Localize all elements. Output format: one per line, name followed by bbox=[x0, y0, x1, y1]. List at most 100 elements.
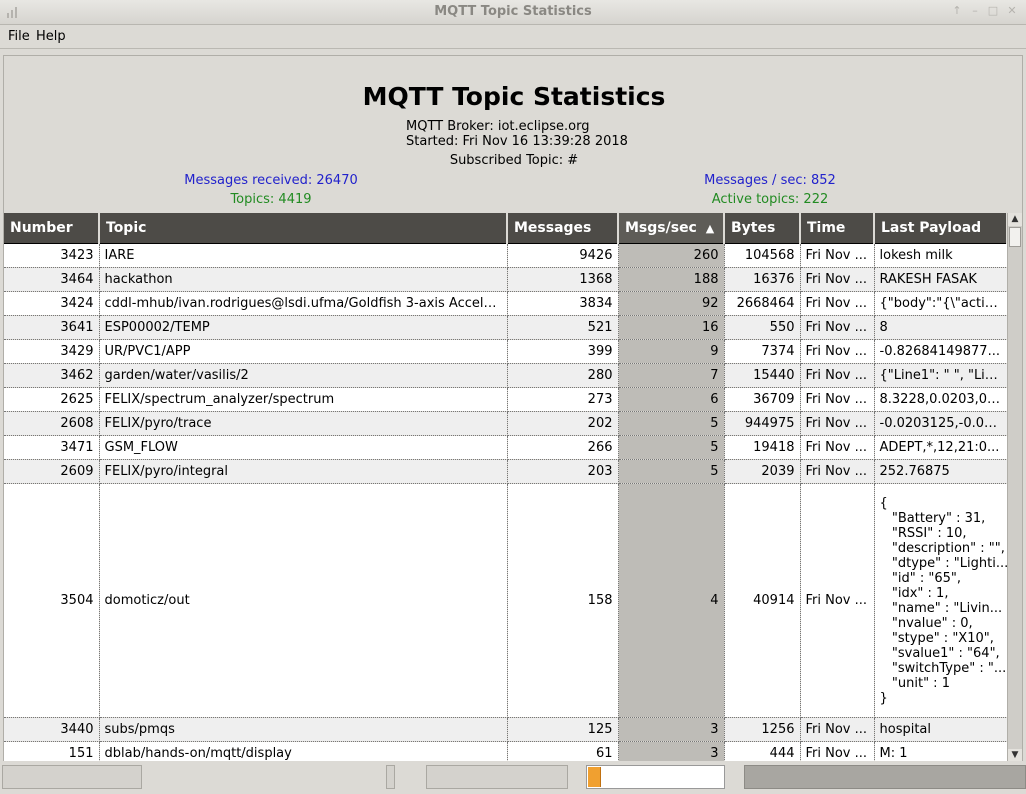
cell-time: Fri Nov ... bbox=[800, 411, 875, 436]
cell-bytes: 36709 bbox=[724, 387, 801, 412]
cell-msgs-sec: 260 bbox=[618, 243, 725, 268]
table-row[interactable]: 3423 IARE 9426 260 104568 Fri Nov ... lokesh m… bbox=[4, 243, 1008, 268]
window-title: MQTT Topic Statistics bbox=[434, 4, 592, 19]
scrollbar-thumb[interactable] bbox=[1009, 227, 1021, 247]
minimize-icon[interactable]: – bbox=[969, 5, 981, 17]
cell-topic: FELIX/pyro/trace bbox=[99, 411, 508, 436]
move-up-icon[interactable]: ↑ bbox=[951, 5, 963, 17]
cell-last-payload: M: 1 bbox=[874, 741, 1008, 761]
cell-number: 151 bbox=[4, 741, 100, 761]
cell-time: Fri Nov ... bbox=[800, 435, 875, 460]
menu-help-label: Help bbox=[36, 29, 66, 44]
progress-bar-fill bbox=[588, 767, 602, 787]
cell-messages: 1368 bbox=[507, 267, 619, 292]
cell-last-payload: {"Line1": " ", "Lin... bbox=[874, 363, 1008, 388]
cell-bytes: 19418 bbox=[724, 435, 801, 460]
column-header-topic[interactable]: Topic bbox=[99, 213, 508, 244]
cell-number: 3462 bbox=[4, 363, 100, 388]
cell-number: 3471 bbox=[4, 435, 100, 460]
status-bar bbox=[0, 761, 1026, 794]
title-bar: MQTT Topic Statistics ↑ – □ ✕ bbox=[0, 0, 1026, 25]
table-row[interactable]: 3440 subs/pmqs 125 3 1256 Fri Nov ... hospita… bbox=[4, 717, 1008, 742]
cell-bytes: 2668464 bbox=[724, 291, 801, 316]
cell-msgs-sec: 16 bbox=[618, 315, 725, 340]
cell-number: 3641 bbox=[4, 315, 100, 340]
subscribed-topic-label: Subscribed Topic: # bbox=[449, 153, 579, 168]
cell-messages: 9426 bbox=[507, 243, 619, 268]
table-row[interactable]: 3641 ESP00002/TEMP 521 16 550 Fri Nov ... 8 bbox=[4, 315, 1008, 340]
cell-time: Fri Nov ... bbox=[800, 741, 875, 761]
cell-bytes: 2039 bbox=[724, 459, 801, 484]
cell-last-payload: RAKESH FASAK bbox=[874, 267, 1008, 292]
status-field-4 bbox=[744, 765, 1026, 789]
cell-topic: GSM_FLOW bbox=[99, 435, 508, 460]
table-row[interactable]: 3464 hackathon 1368 188 16376 Fri Nov ... RAKE… bbox=[4, 267, 1008, 292]
cell-msgs-sec: 5 bbox=[618, 459, 725, 484]
table-row[interactable]: 3504 domoticz/out 158 4 40914 Fri Nov ...{ "B… bbox=[4, 483, 1008, 718]
table-row[interactable]: 3424 cddl-mhub/ivan.rodrigues@lsdi.ufma/G… bbox=[4, 291, 1008, 316]
cell-messages: 203 bbox=[507, 459, 619, 484]
cell-number: 2608 bbox=[4, 411, 100, 436]
table-row[interactable]: 3471 GSM_FLOW 266 5 19418 Fri Nov ... ADEPT,*,… bbox=[4, 435, 1008, 460]
column-header-msgs-sec[interactable]: Msgs/sec ▲ bbox=[618, 213, 725, 244]
table-row[interactable]: 2609 FELIX/pyro/integral 203 5 2039 Fri Nov .… bbox=[4, 459, 1008, 484]
status-field-1 bbox=[2, 765, 142, 789]
table-row[interactable]: 151 dblab/hands-on/mqtt/display 61 3 444 Fri … bbox=[4, 741, 1008, 761]
cell-number: 3504 bbox=[4, 483, 100, 718]
cell-bytes: 104568 bbox=[724, 243, 801, 268]
cell-msgs-sec: 188 bbox=[618, 267, 725, 292]
column-header-time[interactable]: Time bbox=[800, 213, 875, 244]
cell-bytes: 944975 bbox=[724, 411, 801, 436]
cell-topic: domoticz/out bbox=[99, 483, 508, 718]
cell-last-payload: 8.3228,0.0203,0.... bbox=[874, 387, 1008, 412]
close-icon[interactable]: ✕ bbox=[1006, 5, 1018, 17]
progress-bar bbox=[586, 765, 725, 789]
table-row[interactable]: 2625 FELIX/spectrum_analyzer/spectrum 273 6… bbox=[4, 387, 1008, 412]
vertical-scrollbar[interactable]: ▲ ▼ bbox=[1007, 213, 1022, 761]
scroll-down-arrow-icon[interactable]: ▼ bbox=[1008, 749, 1022, 761]
cell-msgs-sec: 6 bbox=[618, 387, 725, 412]
page-title: MQTT Topic Statistics bbox=[362, 82, 666, 111]
table-row[interactable]: 3429 UR/PVC1/APP 399 9 7374 Fri Nov ... -0.826… bbox=[4, 339, 1008, 364]
column-header-bytes[interactable]: Bytes bbox=[724, 213, 801, 244]
cell-messages: 521 bbox=[507, 315, 619, 340]
cell-time: Fri Nov ... bbox=[800, 363, 875, 388]
cell-number: 3440 bbox=[4, 717, 100, 742]
cell-topic: UR/PVC1/APP bbox=[99, 339, 508, 364]
messages-per-sec-label: Messages / sec: 852 bbox=[704, 173, 836, 188]
topics-count-label: Topics: 4419 bbox=[230, 192, 312, 207]
cell-msgs-sec: 92 bbox=[618, 291, 725, 316]
column-header-last-payload[interactable]: Last Payload bbox=[874, 213, 1008, 244]
cell-last-payload: hospital bbox=[874, 717, 1008, 742]
cell-time: Fri Nov ... bbox=[800, 267, 875, 292]
column-header-msgs-sec-label: Msgs/sec bbox=[625, 220, 697, 236]
column-header-number[interactable]: Number bbox=[4, 213, 100, 244]
cell-topic: FELIX/spectrum_analyzer/spectrum bbox=[99, 387, 508, 412]
cell-topic: garden/water/vasilis/2 bbox=[99, 363, 508, 388]
sort-ascending-icon: ▲ bbox=[705, 222, 715, 235]
cell-number: 3423 bbox=[4, 243, 100, 268]
cell-time: Fri Nov ... bbox=[800, 483, 875, 718]
table-row[interactable]: 3462 garden/water/vasilis/2 280 7 15440 Fri N… bbox=[4, 363, 1008, 388]
cell-last-payload: -0.0203125,-0.02... bbox=[874, 411, 1008, 436]
broker-label: MQTT Broker: iot.eclipse.org bbox=[406, 119, 590, 134]
cell-time: Fri Nov ... bbox=[800, 339, 875, 364]
column-header-messages[interactable]: Messages bbox=[507, 213, 619, 244]
cell-topic: cddl-mhub/ivan.rodrigues@lsdi.ufma/Goldf… bbox=[99, 291, 508, 316]
cell-messages: 280 bbox=[507, 363, 619, 388]
cell-messages: 125 bbox=[507, 717, 619, 742]
cell-last-payload: {"body":"{\"actio... bbox=[874, 291, 1008, 316]
cell-topic: hackathon bbox=[99, 267, 508, 292]
maximize-icon[interactable]: □ bbox=[987, 5, 999, 17]
table-row[interactable]: 2608 FELIX/pyro/trace 202 5 944975 Fri Nov ..… bbox=[4, 411, 1008, 436]
cell-time: Fri Nov ... bbox=[800, 315, 875, 340]
cell-bytes: 1256 bbox=[724, 717, 801, 742]
status-field-3 bbox=[426, 765, 568, 789]
menu-help[interactable]: Help bbox=[36, 29, 66, 44]
status-field-2 bbox=[386, 765, 395, 789]
main-panel: MQTT Topic Statistics MQTT Broker: iot.e… bbox=[3, 55, 1023, 761]
active-topics-label: Active topics: 222 bbox=[711, 192, 829, 207]
scroll-up-arrow-icon[interactable]: ▲ bbox=[1008, 213, 1022, 226]
menu-file[interactable]: File bbox=[8, 29, 30, 44]
cell-messages: 61 bbox=[507, 741, 619, 761]
